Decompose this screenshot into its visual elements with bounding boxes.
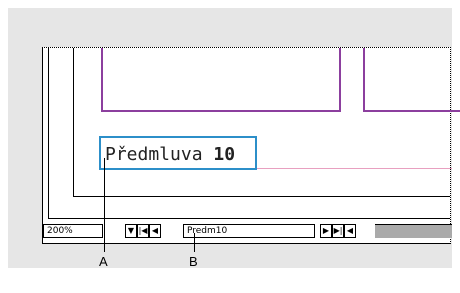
page-field[interactable]: Predm10 [183, 224, 315, 238]
column-guide-right [363, 48, 460, 112]
first-page-icon: |◀ [138, 226, 148, 235]
page-inner-edge-line [73, 48, 74, 196]
callout-line-a [104, 158, 105, 252]
next-page-icon: ▶ [322, 226, 330, 235]
zoom-field[interactable]: 200% [43, 224, 103, 238]
text-frame[interactable]: Předmluva 10 [99, 136, 257, 170]
chevron-down-icon: ▼ [127, 226, 135, 235]
callout-label-b: B [189, 254, 198, 269]
next-page-button[interactable]: ▶ [320, 224, 332, 238]
first-page-button[interactable]: |◀ [137, 224, 149, 238]
callout-label-a: A [99, 254, 108, 269]
last-page-icon: ▶| [333, 226, 343, 235]
zoom-menu-button[interactable]: ▼ [125, 224, 137, 238]
column-guide-left [101, 48, 341, 112]
page-bottom-line [73, 196, 450, 197]
figure-frame: Předmluva 10 200% ▼ |◀ ◀ Predm10 ▶ ▶| ◀ [8, 8, 460, 269]
pasteboard-bottom-line [48, 218, 450, 219]
page-edge-line [48, 48, 49, 218]
text-frame-number: 10 [213, 144, 236, 165]
scroll-left-icon: ◀ [346, 226, 354, 235]
last-page-button[interactable]: ▶| [332, 224, 344, 238]
prev-page-icon: ◀ [151, 226, 159, 235]
scroll-left-button[interactable]: ◀ [344, 224, 356, 238]
prev-page-button[interactable]: ◀ [149, 224, 161, 238]
horizontal-scrollbar[interactable] [375, 224, 452, 238]
callout-line-b [194, 233, 195, 252]
text-frame-content: Předmluva [105, 144, 214, 165]
